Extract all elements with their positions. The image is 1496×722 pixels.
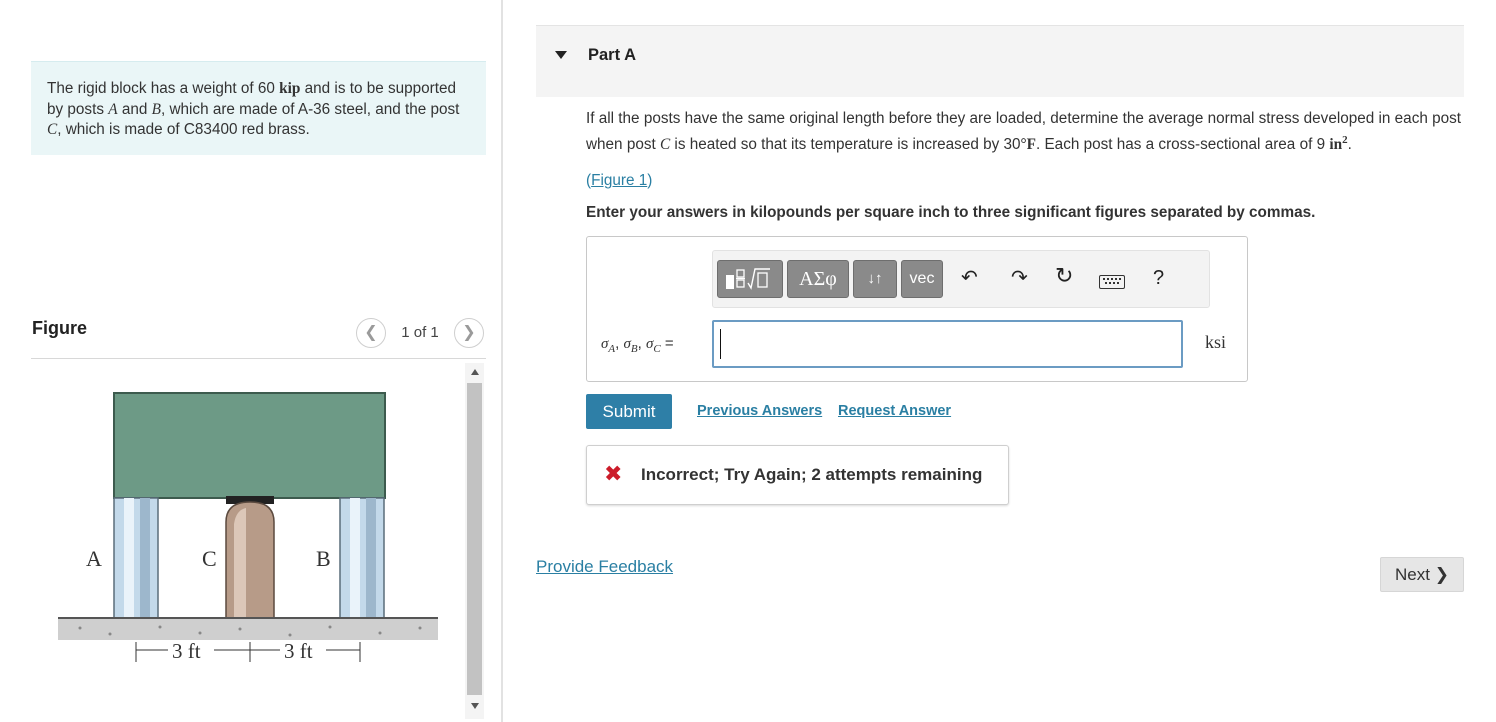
text-cursor [720, 329, 721, 359]
keyboard-keys [1103, 278, 1121, 284]
unit-kip: kip [279, 80, 301, 97]
figure-prev-button[interactable]: ❮ [356, 318, 386, 348]
problem-text: The rigid block has a weight of 60 [47, 80, 280, 97]
divider [31, 358, 486, 359]
instructions: Enter your answers in kilopounds per squ… [586, 204, 1316, 221]
label-b: B [316, 546, 331, 571]
feedback-message: ✖ Incorrect; Try Again; 2 attempts remai… [586, 445, 1009, 505]
x-icon: ✖ [604, 461, 623, 486]
reset-icon[interactable]: ↻ [1055, 265, 1073, 287]
label-c: C [202, 546, 217, 571]
problem-text: and [117, 100, 152, 118]
unit-degf: °F [1020, 135, 1036, 153]
problem-statement: The rigid block has a weight of 60 kip a… [31, 61, 486, 155]
figure-image: A C B 3 ft 3 ft [58, 392, 438, 663]
feedback-text: Incorrect; Try Again; 2 attempts remaini… [641, 465, 983, 484]
rigid-block [113, 392, 386, 499]
chevron-left-icon: ❮ [364, 324, 378, 341]
part-title: Part A [588, 46, 636, 64]
post-a [113, 497, 159, 619]
label-a: A [86, 546, 102, 571]
part-header[interactable]: Part A [536, 25, 1464, 97]
figure-link[interactable]: Figure 1 [591, 172, 647, 189]
figure-next-button[interactable]: ❯ [454, 318, 484, 348]
chevron-right-icon: ❯ [462, 324, 476, 341]
arrows-button[interactable]: ↓↑ [853, 260, 897, 298]
template-button[interactable] [717, 260, 783, 298]
left-pane: The rigid block has a weight of 60 kip a… [0, 0, 502, 722]
scroll-down-arrow-icon[interactable] [471, 703, 479, 709]
previous-answers-link[interactable]: Previous Answers [697, 403, 822, 419]
figure-link-wrapper: (Figure 1) [586, 172, 653, 189]
answer-input[interactable] [712, 320, 1183, 368]
templates-icon [726, 268, 770, 290]
var-b: B [151, 100, 161, 118]
problem-text: , which are made of A-36 steel, and the … [160, 100, 460, 118]
redo-icon[interactable]: ↷ [1011, 268, 1028, 288]
math-toolbar: ΑΣφ ↓↑ vec ↶ ↷ ↻ ? [712, 250, 1210, 308]
dim-label-2: 3 ft [284, 639, 313, 663]
var-c: C [47, 121, 58, 138]
pane-divider [501, 0, 503, 722]
next-label: Next [1395, 565, 1430, 584]
post-b [339, 497, 385, 619]
problem-text: , which is made of C83400 red brass. [57, 121, 310, 138]
answer-label: σA, σB, σC = [601, 335, 674, 355]
var-a: A [108, 100, 118, 118]
dim-label-1: 3 ft [172, 639, 201, 663]
unit-area: in [1329, 135, 1343, 153]
scroll-up-arrow-icon[interactable] [471, 369, 479, 375]
post-c [225, 501, 275, 619]
caret-down-icon[interactable] [555, 51, 567, 59]
chevron-right-icon: ❯ [1434, 565, 1449, 584]
ground [58, 618, 438, 640]
var-c: C [659, 135, 671, 153]
figure-counter: 1 of 1 [401, 324, 439, 341]
keyboard-icon[interactable] [1099, 275, 1125, 289]
greek-symbols-button[interactable]: ΑΣφ [787, 260, 849, 298]
unit-label: ksi [1205, 332, 1227, 352]
scrollbar-thumb[interactable] [467, 383, 482, 695]
vec-button[interactable]: vec [901, 260, 943, 298]
request-answer-link[interactable]: Request Answer [838, 403, 951, 419]
next-button[interactable]: Next ❯ [1380, 557, 1464, 592]
figure-title: Figure [32, 318, 88, 338]
question-text: If all the posts have the same original … [586, 110, 1462, 153]
submit-button[interactable]: Submit [586, 394, 672, 429]
undo-icon[interactable]: ↶ [961, 268, 978, 288]
provide-feedback-link[interactable]: Provide Feedback [536, 557, 673, 577]
answer-box: ΑΣφ ↓↑ vec ↶ ↷ ↻ ? σA, σB, σC = ksi [586, 236, 1248, 382]
help-button[interactable]: ? [1153, 268, 1164, 288]
